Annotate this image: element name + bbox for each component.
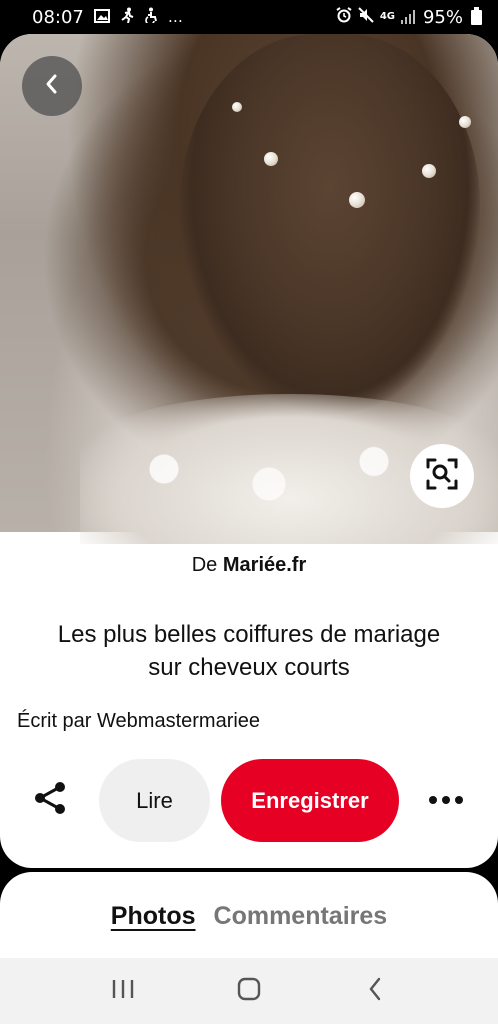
tab-comments[interactable]: Commentaires [214,902,388,931]
pearl-pin [232,102,242,112]
mute-icon [358,6,374,28]
read-button[interactable]: Lire [99,759,210,842]
navigation-bar [0,958,498,1024]
accessibility-icon [144,7,158,27]
author-line[interactable]: Écrit par Webmastermariee [17,710,260,733]
signal-icon [400,10,417,24]
pearl-pin [422,164,436,178]
visual-search-button[interactable] [410,444,474,508]
running-icon [120,7,134,27]
back-button[interactable] [22,56,82,116]
share-button[interactable] [28,778,72,822]
pearl-pin [264,152,278,166]
pearl-pin [459,116,471,128]
more-notifications-icon: … [167,8,183,26]
source-name[interactable]: Mariée.fr [223,554,306,576]
back-chevron-icon [367,976,383,1007]
tab-photos[interactable]: Photos [111,902,196,931]
dot [429,796,437,804]
chevron-left-icon [43,73,61,100]
recent-apps-button[interactable] [103,971,143,1011]
status-time: 08:07 [32,6,84,28]
save-button[interactable]: Enregistrer [221,759,399,842]
source-prefix: De [191,554,218,576]
more-options-button[interactable] [422,778,470,822]
source-line[interactable]: De Mariée.fr [0,554,498,577]
battery-icon [471,6,482,25]
screen: 08:07 … 4G 95% De Mariée.fr Les plus bel… [0,0,498,1024]
home-icon [236,976,262,1007]
alarm-icon [336,6,352,28]
dot [442,796,450,804]
gallery-icon [93,7,110,28]
battery-percent: 95% [422,6,463,28]
system-back-button[interactable] [355,971,395,1011]
lens-search-icon [425,457,459,496]
pearl-pin [349,192,365,208]
recent-apps-icon [111,978,135,1005]
status-left: 08:07 … [32,7,183,28]
status-right: 4G 95% [336,6,482,28]
dot [455,796,463,804]
pin-image[interactable] [0,34,498,544]
status-bar: 08:07 … 4G 95% [0,0,498,34]
tab-bar: Photos Commentaires [0,902,498,931]
network-type: 4G [379,11,395,22]
hair-shape [180,34,480,414]
share-icon [33,781,67,820]
home-button[interactable] [229,971,269,1011]
pin-card: De Mariée.fr Les plus belles coiffures d… [0,34,498,868]
pin-title: Les plus belles coiffures de mariage sur… [57,621,441,681]
